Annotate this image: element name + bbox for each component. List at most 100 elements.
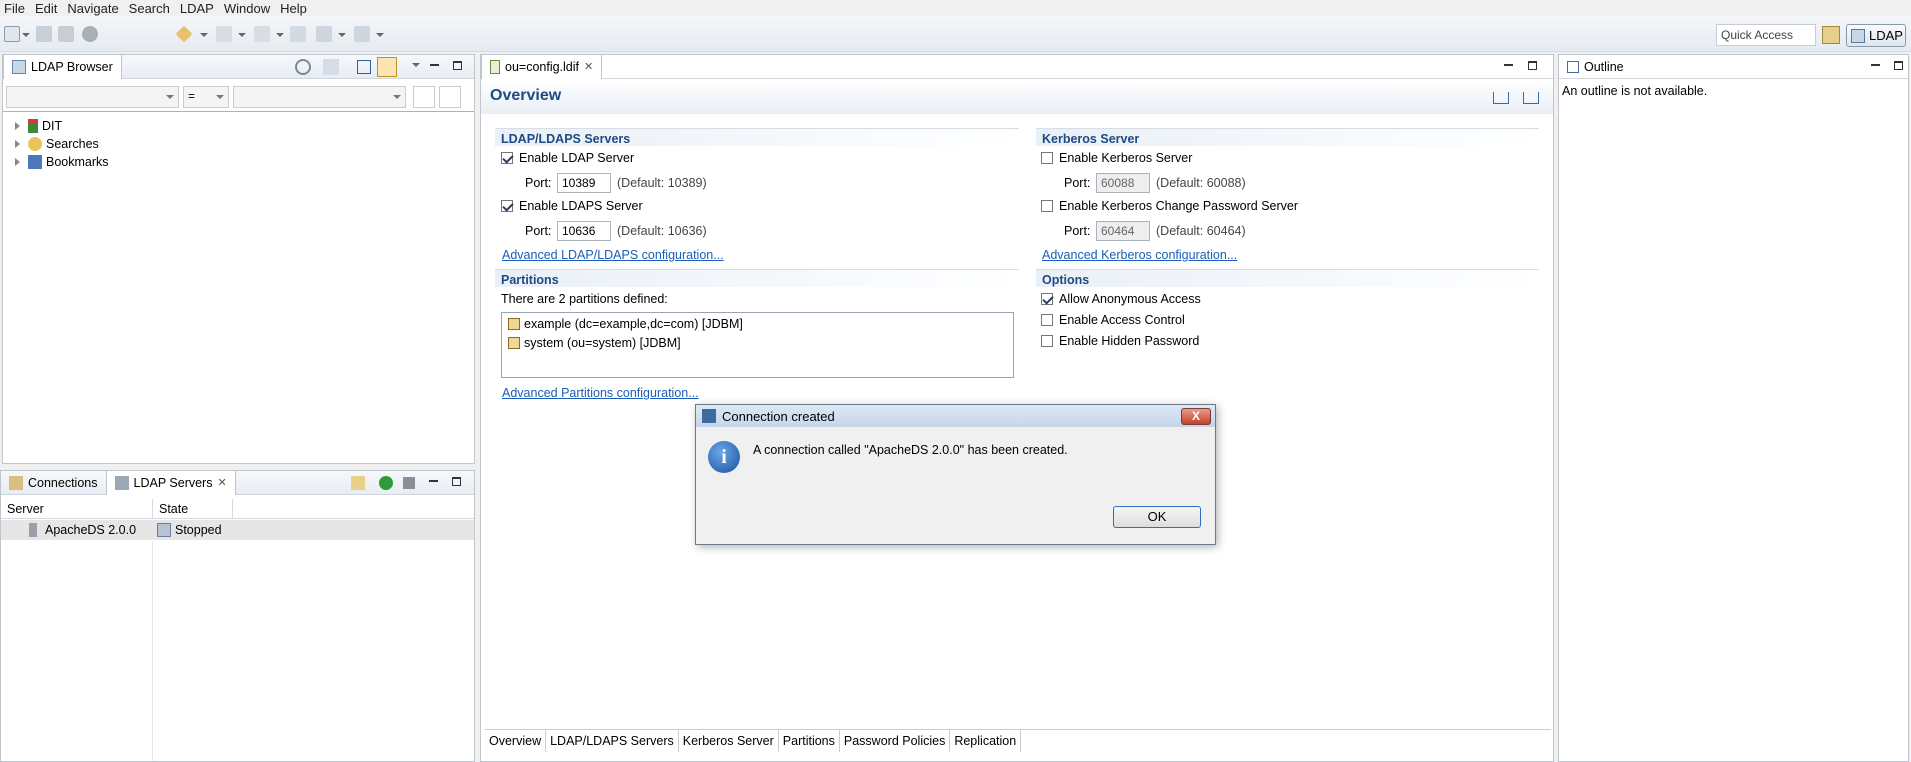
column-state[interactable]: State <box>153 499 233 518</box>
quick-access-input[interactable]: Quick Access <box>1716 24 1816 46</box>
close-tab-icon[interactable]: ✕ <box>217 476 226 489</box>
kerberos-section-title: Kerberos Server <box>1042 132 1140 146</box>
list-item[interactable]: example (dc=example,dc=com) [JDBM] <box>508 317 743 331</box>
kerberos-port-input[interactable]: 60088 <box>1096 173 1150 193</box>
tab-ldap-servers[interactable]: LDAP Servers ✕ <box>105 470 236 495</box>
ldap-section-header: LDAP/LDAPS Servers <box>495 128 1019 146</box>
menu-search[interactable]: Search <box>125 1 176 16</box>
new-connection-icon[interactable] <box>175 25 193 43</box>
advanced-partitions-link[interactable]: Advanced Partitions configuration... <box>502 386 699 400</box>
link-with-editor-icon[interactable] <box>377 57 397 77</box>
menu-edit[interactable]: Edit <box>31 1 63 16</box>
menu-file[interactable]: File <box>0 1 31 16</box>
servers-tab-bar: Connections LDAP Servers ✕ <box>1 470 474 495</box>
run-server-icon[interactable] <box>379 476 393 490</box>
quick-search-subtree-icon[interactable] <box>413 86 435 108</box>
view-menu-icon[interactable] <box>412 63 420 67</box>
minimize-icon[interactable] <box>428 60 442 72</box>
page-tab-password-policies[interactable]: Password Policies <box>840 730 951 752</box>
page-tab-overview[interactable]: Overview <box>485 730 547 752</box>
minimize-icon[interactable] <box>427 476 441 488</box>
save-icon[interactable] <box>36 26 52 42</box>
minimize-icon[interactable] <box>1869 60 1883 72</box>
browser-tree: DIT Searches Bookmarks <box>3 111 474 463</box>
page-tab-replication[interactable]: Replication <box>950 730 1022 752</box>
prev-annotation-dropdown-icon[interactable] <box>276 33 284 37</box>
quick-search-attribute-combo[interactable] <box>6 86 179 108</box>
back-dropdown-icon[interactable] <box>338 33 346 37</box>
collapse-all-icon[interactable] <box>357 60 371 74</box>
maximize-icon[interactable] <box>1892 60 1906 72</box>
forward-dropdown-icon[interactable] <box>376 33 384 37</box>
expand-icon[interactable] <box>15 140 20 148</box>
ldap-perspective-button[interactable]: LDAP <box>1846 24 1906 47</box>
tree-item-bookmarks[interactable]: Bookmarks <box>15 153 109 171</box>
ldaps-port-default: (Default: 10636) <box>617 224 707 238</box>
advanced-kerberos-link[interactable]: Advanced Kerberos configuration... <box>1042 248 1237 262</box>
page-tab-kerberos[interactable]: Kerberos Server <box>679 730 779 752</box>
tab-connections[interactable]: Connections <box>1 471 106 495</box>
forward-icon[interactable] <box>354 26 370 42</box>
enable-ldaps-checkbox[interactable]: Enable LDAPS Server <box>501 199 643 213</box>
maximize-icon[interactable] <box>451 60 465 72</box>
menu-navigate[interactable]: Navigate <box>63 1 124 16</box>
tab-ldap-browser[interactable]: LDAP Browser <box>3 54 122 79</box>
new-icon[interactable] <box>4 26 20 42</box>
quick-search-operator-combo[interactable]: = <box>183 86 229 108</box>
enable-change-password-label: Enable Kerberos Change Password Server <box>1059 199 1299 213</box>
open-perspective-icon[interactable] <box>1822 26 1840 44</box>
link-editor-icon[interactable] <box>323 59 339 75</box>
tree-item-dit[interactable]: DIT <box>15 117 62 135</box>
settings-icon[interactable] <box>82 26 98 42</box>
expand-icon[interactable] <box>15 158 20 166</box>
column-server[interactable]: Server <box>1 499 153 518</box>
allow-anonymous-checkbox[interactable]: Allow Anonymous Access <box>1041 292 1201 306</box>
menu-window[interactable]: Window <box>220 1 276 16</box>
open-config-icon[interactable] <box>1523 92 1539 104</box>
change-password-port-input[interactable]: 60464 <box>1096 221 1150 241</box>
tab-outline[interactable]: Outline <box>1559 55 1632 79</box>
page-tab-partitions[interactable]: Partitions <box>779 730 840 752</box>
close-icon[interactable]: X <box>1181 408 1211 425</box>
next-annotation-dropdown-icon[interactable] <box>238 33 246 37</box>
last-edit-icon[interactable] <box>290 26 306 42</box>
menu-help[interactable]: Help <box>276 1 313 16</box>
new-server-icon[interactable] <box>351 476 365 490</box>
page-tab-ldap-servers[interactable]: LDAP/LDAPS Servers <box>546 730 679 752</box>
outline-tab-bar: Outline <box>1559 55 1908 79</box>
tab-ou-config[interactable]: ou=config.ldif ✕ <box>481 54 603 79</box>
list-item[interactable]: system (ou=system) [JDBM] <box>508 336 681 350</box>
maximize-icon[interactable] <box>1526 60 1540 72</box>
advanced-ldap-link[interactable]: Advanced LDAP/LDAPS configuration... <box>502 248 724 262</box>
menu-ldap[interactable]: LDAP <box>176 1 220 16</box>
new-dropdown-icon[interactable] <box>22 33 30 37</box>
enable-kerberos-checkbox[interactable]: Enable Kerberos Server <box>1041 151 1192 165</box>
ldap-browser-icon <box>12 59 26 74</box>
print-icon[interactable] <box>58 26 74 42</box>
next-annotation-icon[interactable] <box>216 26 232 42</box>
stop-server-icon[interactable] <box>403 477 415 489</box>
expand-icon[interactable] <box>15 122 20 130</box>
state-cell: Stopped <box>153 523 222 537</box>
hidden-password-checkbox[interactable]: Enable Hidden Password <box>1041 334 1199 348</box>
refresh-icon[interactable] <box>295 59 311 75</box>
tab-ldap-servers-label: LDAP Servers <box>133 475 213 490</box>
close-tab-icon[interactable]: ✕ <box>584 60 593 73</box>
enable-ldap-checkbox[interactable]: Enable LDAP Server <box>501 151 634 165</box>
access-control-checkbox[interactable]: Enable Access Control <box>1041 313 1185 327</box>
connection-dropdown-icon[interactable] <box>200 33 208 37</box>
table-row[interactable]: ApacheDS 2.0.0 Stopped <box>1 520 474 540</box>
ldap-port-input[interactable]: 10389 <box>557 173 611 193</box>
quick-search-run-icon[interactable] <box>439 86 461 108</box>
outline-icon <box>1567 60 1579 73</box>
back-icon[interactable] <box>316 26 332 42</box>
quick-search-value-combo[interactable] <box>233 86 406 108</box>
tree-item-searches[interactable]: Searches <box>15 135 99 153</box>
prev-annotation-icon[interactable] <box>254 26 270 42</box>
ok-button[interactable]: OK <box>1113 506 1201 528</box>
export-icon[interactable] <box>1493 92 1509 104</box>
maximize-icon[interactable] <box>450 476 464 488</box>
enable-change-password-checkbox[interactable]: Enable Kerberos Change Password Server <box>1041 199 1298 213</box>
ldaps-port-input[interactable]: 10636 <box>557 221 611 241</box>
minimize-icon[interactable] <box>1502 60 1516 72</box>
